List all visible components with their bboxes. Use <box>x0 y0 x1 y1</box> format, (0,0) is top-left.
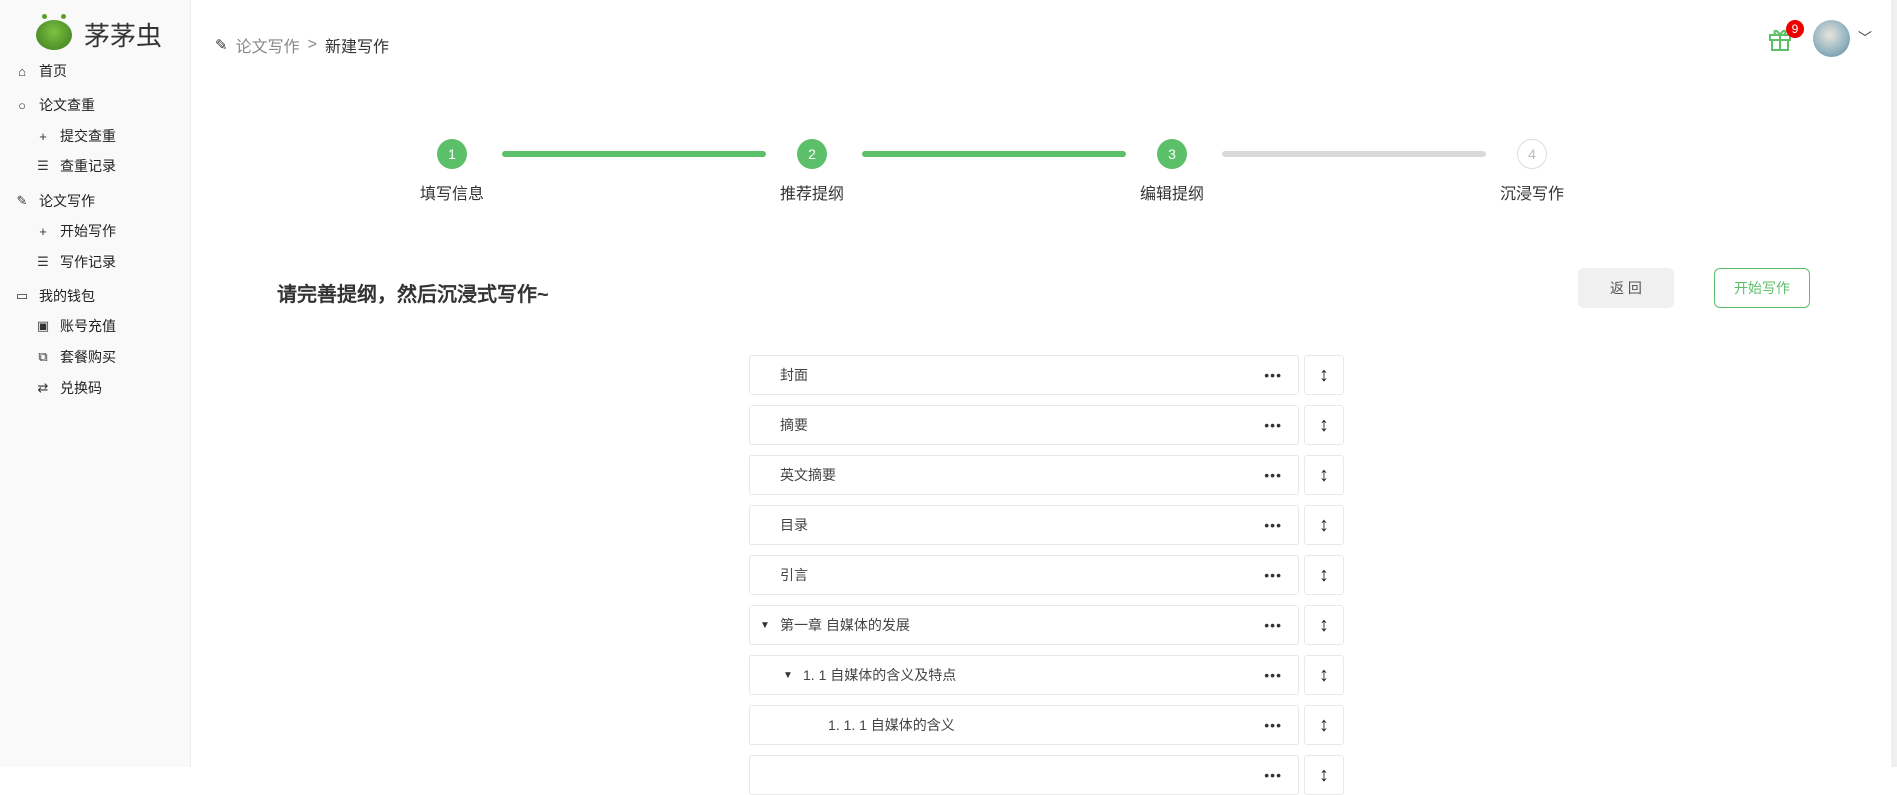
plus-icon: + <box>39 223 47 239</box>
more-options-icon[interactable]: ••• <box>1264 467 1282 483</box>
drag-handle-icon[interactable]: ↕ <box>1304 705 1344 745</box>
pencil-icon: ✎ <box>215 37 228 54</box>
drag-handle-icon[interactable]: ↕ <box>1304 455 1344 495</box>
sidebar-item[interactable]: ▣ 账号充值 <box>36 316 116 336</box>
notification-badge: 9 <box>1786 20 1804 38</box>
caret-down-icon[interactable]: ▼ <box>760 620 770 631</box>
sidebar-item[interactable]: ⧉ 套餐购买 <box>36 347 116 367</box>
more-options-icon[interactable]: ••• <box>1264 767 1282 783</box>
avatar[interactable] <box>1813 20 1850 57</box>
outline-item[interactable]: 目录 ••• <box>749 505 1299 545</box>
sidebar-item-label: 兑换码 <box>60 380 102 396</box>
sidebar-item[interactable]: + 提交查重 <box>36 126 116 146</box>
more-options-icon[interactable]: ••• <box>1264 617 1282 633</box>
sidebar-item-label: 论文写作 <box>39 193 95 209</box>
drag-handle-icon[interactable]: ↕ <box>1304 555 1344 595</box>
package-icon: ⧉ <box>38 349 48 364</box>
step-label: 编辑提纲 <box>1139 186 1204 203</box>
back-button[interactable]: 返 回 <box>1578 268 1674 308</box>
sidebar-item-label: 我的钱包 <box>39 288 95 304</box>
step-connector <box>1222 151 1486 157</box>
more-options-icon[interactable]: ••• <box>1264 567 1282 583</box>
sidebar-item[interactable]: ⇄ 兑换码 <box>36 378 102 398</box>
outline-item-label: 目录 <box>780 517 808 533</box>
step-connector <box>502 151 766 157</box>
outline-item[interactable]: ▼ 1. 1 自媒体的含义及特点 ••• <box>749 655 1299 695</box>
outline-item-label: 封面 <box>780 367 808 383</box>
breadcrumb-link[interactable]: 论文写作 <box>236 33 300 57</box>
outline-item[interactable]: 封面 ••• <box>749 355 1299 395</box>
step-circle: 1 <box>437 139 467 169</box>
outline-item[interactable]: ▼ 第一章 自媒体的发展 ••• <box>749 605 1299 645</box>
outline-item-label: 引言 <box>780 567 808 583</box>
sidebar: 茅茅虫 ⌂ 首页 ○ 论文查重 + 提交查重 ☰ 查重记录 ✎ 论文写作 + 开始写作 ☰ 写作记录 ▭ 我的… <box>0 0 191 767</box>
step-connector <box>862 151 1126 157</box>
sidebar-item[interactable]: ☰ 写作记录 <box>36 252 116 272</box>
outline-item[interactable]: 英文摘要 ••• <box>749 455 1299 495</box>
outline-item[interactable]: 摘要 ••• <box>749 405 1299 445</box>
list-icon: ☰ <box>37 158 49 173</box>
breadcrumb-separator: > <box>307 36 317 53</box>
more-options-icon[interactable]: ••• <box>1264 417 1282 433</box>
exchange-icon: ⇄ <box>37 380 49 395</box>
outline-item[interactable]: ••• <box>749 755 1299 795</box>
sidebar-item-label: 写作记录 <box>60 254 116 270</box>
list-icon: ☰ <box>37 254 49 269</box>
sidebar-item[interactable]: ▭ 我的钱包 <box>15 286 95 306</box>
caret-down-icon[interactable]: ▼ <box>783 670 793 681</box>
outline-item[interactable]: 引言 ••• <box>749 555 1299 595</box>
wallet-icon: ▭ <box>15 288 29 303</box>
more-options-icon[interactable]: ••• <box>1264 667 1282 683</box>
sidebar-item[interactable]: ✎ 论文写作 <box>15 191 95 211</box>
outline-item-label: 摘要 <box>780 417 808 433</box>
sidebar-item-label: 查重记录 <box>60 158 116 174</box>
home-icon: ⌂ <box>18 63 26 79</box>
sidebar-item-label: 开始写作 <box>60 223 116 239</box>
outline-item[interactable]: 1. 1. 1 自媒体的含义 ••• <box>749 705 1299 745</box>
sidebar-item-label: 首页 <box>39 63 67 79</box>
step-circle: 4 <box>1517 139 1547 169</box>
sidebar-item-label: 论文查重 <box>39 97 95 113</box>
drag-handle-icon[interactable]: ↕ <box>1304 605 1344 645</box>
pencil-icon: ✎ <box>16 193 28 208</box>
outline-item-label: 1. 1. 1 自媒体的含义 <box>828 717 955 733</box>
drag-handle-icon[interactable]: ↕ <box>1304 355 1344 395</box>
start-writing-button[interactable]: 开始写作 <box>1714 268 1810 308</box>
recharge-icon: ▣ <box>36 318 50 333</box>
drag-handle-icon[interactable]: ↕ <box>1304 405 1344 445</box>
page-title: 请完善提纲，然后沉浸式写作~ <box>277 284 549 306</box>
sidebar-item-label: 账号充值 <box>60 318 116 334</box>
breadcrumb: ✎ 论文写作 > 新建写作 <box>215 33 389 57</box>
breadcrumb-current: 新建写作 <box>324 39 389 56</box>
app-name: 茅茅虫 <box>84 21 163 51</box>
outline-item-label: 1. 1 自媒体的含义及特点 <box>803 667 957 683</box>
drag-handle-icon[interactable]: ↕ <box>1304 755 1344 795</box>
logo-bug-icon <box>36 13 72 50</box>
sidebar-item-label: 提交查重 <box>60 128 116 144</box>
sidebar-item[interactable]: ⌂ 首页 <box>15 61 67 81</box>
scrollbar[interactable] <box>1891 0 1897 767</box>
step-label: 沉浸写作 <box>1499 186 1564 203</box>
search-icon: ○ <box>18 97 26 113</box>
outline-item-label: 英文摘要 <box>780 467 836 483</box>
sidebar-item[interactable]: ☰ 查重记录 <box>36 156 116 176</box>
step-label: 填写信息 <box>419 186 484 203</box>
more-options-icon[interactable]: ••• <box>1264 517 1282 533</box>
step-circle: 3 <box>1157 139 1187 169</box>
step-label: 推荐提纲 <box>779 186 844 203</box>
logo[interactable]: 茅茅虫 <box>36 13 163 53</box>
sidebar-item[interactable]: + 开始写作 <box>36 221 116 241</box>
drag-handle-icon[interactable]: ↕ <box>1304 655 1344 695</box>
chevron-down-icon[interactable]: ﹀ <box>1858 28 1872 48</box>
sidebar-item[interactable]: ○ 论文查重 <box>15 95 95 115</box>
drag-handle-icon[interactable]: ↕ <box>1304 505 1344 545</box>
plus-icon: + <box>39 128 47 144</box>
sidebar-item-label: 套餐购买 <box>60 349 116 365</box>
outline-item-label: 第一章 自媒体的发展 <box>780 617 910 633</box>
more-options-icon[interactable]: ••• <box>1264 367 1282 383</box>
step-circle: 2 <box>797 139 827 169</box>
more-options-icon[interactable]: ••• <box>1264 717 1282 733</box>
